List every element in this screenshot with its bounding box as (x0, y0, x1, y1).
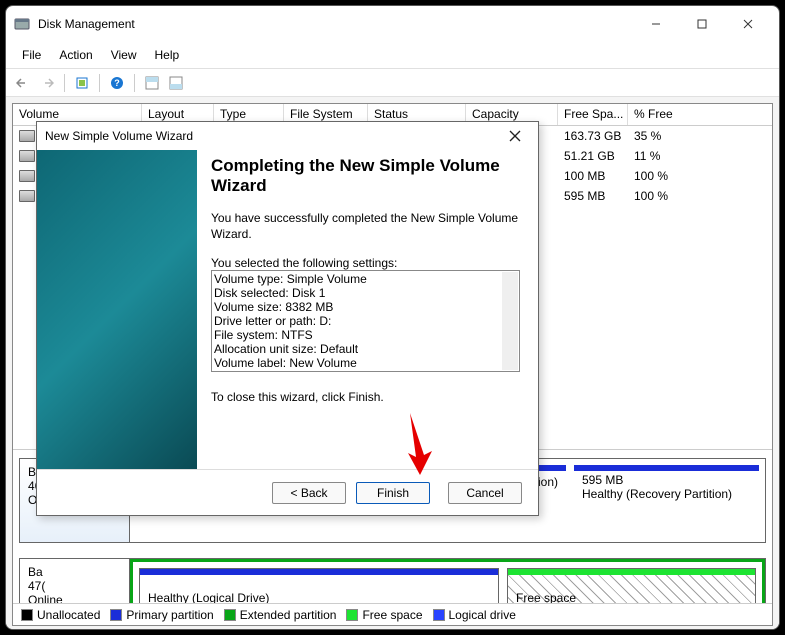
back-icon[interactable] (12, 73, 34, 93)
finish-button[interactable]: Finish (356, 482, 430, 504)
menubar: File Action View Help (6, 42, 779, 69)
wizard-heading: Completing the New Simple Volume Wizard (211, 156, 520, 196)
menu-help[interactable]: Help (147, 44, 188, 66)
partition-recovery[interactable]: 595 MB Healthy (Recovery Partition) (574, 465, 759, 536)
volume-icon (19, 170, 35, 182)
wizard-body-text: You have successfully completed the New … (211, 210, 520, 242)
back-button[interactable]: < Back (272, 482, 346, 504)
menu-action[interactable]: Action (51, 44, 100, 66)
dialog-button-row: < Back Finish Cancel (37, 469, 538, 515)
window-title: Disk Management (38, 17, 633, 31)
dialog-close-button[interactable] (500, 130, 530, 142)
titlebar[interactable]: Disk Management (6, 6, 779, 42)
app-icon (14, 16, 30, 32)
settings-caption: You selected the following settings: (211, 256, 520, 270)
col-free[interactable]: Free Spa... (558, 104, 628, 125)
volume-icon (19, 150, 35, 162)
legend: Unallocated Primary partition Extended p… (13, 603, 772, 625)
volume-icon (19, 130, 35, 142)
dialog-title: New Simple Volume Wizard (45, 129, 193, 143)
svg-text:?: ? (114, 78, 120, 88)
view-top-icon[interactable] (141, 73, 163, 93)
app-window: Disk Management File Action View Help ? … (5, 5, 780, 630)
toolbar: ? (6, 69, 779, 97)
wizard-closing-text: To close this wizard, click Finish. (211, 390, 520, 404)
scrollbar[interactable] (502, 272, 518, 370)
refresh-icon[interactable] (71, 73, 93, 93)
menu-file[interactable]: File (14, 44, 49, 66)
view-bottom-icon[interactable] (165, 73, 187, 93)
close-button[interactable] (725, 9, 771, 39)
maximize-button[interactable] (679, 9, 725, 39)
menu-view[interactable]: View (103, 44, 145, 66)
annotation-arrow-icon (398, 409, 440, 481)
minimize-button[interactable] (633, 9, 679, 39)
wizard-banner (37, 150, 197, 469)
forward-icon[interactable] (36, 73, 58, 93)
col-pct[interactable]: % Free (628, 104, 743, 125)
new-volume-wizard-dialog: New Simple Volume Wizard Completing the … (36, 121, 539, 516)
help-icon[interactable]: ? (106, 73, 128, 93)
settings-box[interactable]: Volume type: Simple Volume Disk selected… (211, 270, 520, 372)
dialog-titlebar[interactable]: New Simple Volume Wizard (37, 122, 538, 150)
volume-icon (19, 190, 35, 202)
cancel-button[interactable]: Cancel (448, 482, 522, 504)
